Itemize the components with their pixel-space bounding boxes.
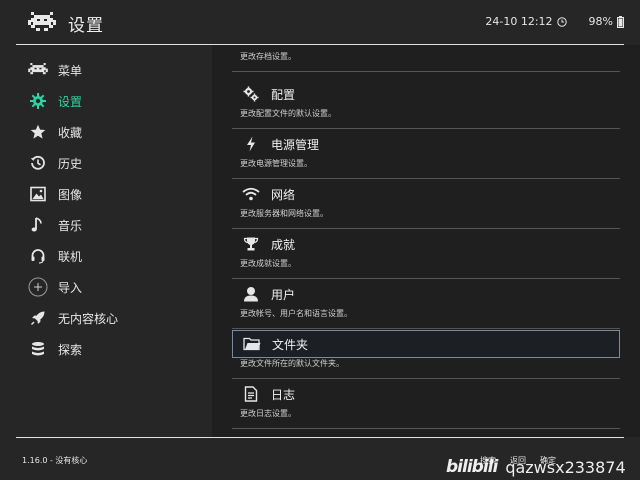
sidebar-item-settings[interactable]: 设置: [28, 89, 82, 113]
watermark: bilibili qazwsx233874: [446, 454, 626, 480]
settings-row-title: 成就: [271, 237, 296, 252]
user-icon: [242, 285, 260, 303]
settings-row-subtitle: 更改日志设置。: [240, 409, 296, 418]
save-icon: [242, 45, 260, 46]
row-divider: [232, 278, 620, 279]
settings-row-configuration[interactable]: 配置 更改配置文件的默认设置。: [232, 80, 620, 130]
sidebar-item-history[interactable]: 历史: [28, 151, 82, 175]
sidebar-item-label: 设置: [58, 94, 83, 109]
music-icon: [28, 215, 48, 235]
rocket-icon: [28, 308, 48, 328]
sidebar-item-label: 历史: [58, 156, 83, 171]
settings-row-subtitle: 更改文件所在的默认文件夹。: [240, 359, 344, 368]
sidebar-item-favorites[interactable]: 收藏: [28, 120, 82, 144]
bilibili-logo: bilibili: [446, 457, 498, 477]
page-title: 设置: [68, 16, 104, 36]
status-area: 24-10 12:12 98%: [485, 15, 624, 28]
settings-row-subtitle: 更改成就设置。: [240, 259, 296, 268]
settings-row-saving[interactable]: 存档 更改存档设置。: [232, 45, 620, 73]
battery-icon: [617, 15, 624, 28]
sidebar-item-menu[interactable]: 菜单: [28, 58, 82, 82]
folder-icon: [243, 335, 261, 353]
sidebar-item-label: 无内容核心: [58, 311, 119, 326]
settings-row-subtitle: 更改服务器和网络设置。: [240, 209, 328, 218]
sidebar-item-label: 图像: [58, 187, 83, 202]
sidebar-item-netplay[interactable]: 联机: [28, 244, 82, 268]
sidebar: 菜单 设置 收藏 历史 图像 音乐 联机 导入 无内容核心 探索: [0, 45, 212, 437]
settings-row-title: 文件夹: [272, 337, 309, 352]
settings-row-directory[interactable]: 文件夹 更改文件所在的默认文件夹。: [232, 330, 620, 380]
settings-row-title: 电源管理: [271, 137, 320, 152]
settings-row-logging[interactable]: 日志 更改日志设置。: [232, 380, 620, 430]
sidebar-item-label: 收藏: [58, 125, 83, 140]
row-divider: [232, 71, 620, 72]
lightning-icon: [242, 135, 260, 153]
sidebar-item-label: 菜单: [58, 63, 83, 78]
settings-row-subtitle: 更改存档设置。: [240, 52, 296, 61]
database-icon: [28, 339, 48, 359]
settings-row-title: 用户: [271, 287, 296, 302]
sidebar-item-label: 探索: [58, 342, 83, 357]
image-icon: [28, 184, 48, 204]
settings-row-subtitle: 更改电源管理设置。: [240, 159, 312, 168]
settings-row-network[interactable]: 网络 更改服务器和网络设置。: [232, 180, 620, 230]
sidebar-item-label: 音乐: [58, 218, 83, 233]
log-icon: [242, 385, 260, 403]
row-divider: [232, 178, 620, 179]
history-icon: [28, 153, 48, 173]
settings-row-title: 网络: [271, 187, 296, 202]
sidebar-item-label: 导入: [58, 280, 83, 295]
retroarch-invader-icon: [28, 12, 56, 31]
sidebar-item-images[interactable]: 图像: [28, 182, 82, 206]
gears-icon: [242, 85, 260, 103]
version-text: 1.16.0 - 没有核心: [22, 456, 88, 465]
headset-icon: [28, 246, 48, 266]
trophy-icon: [242, 235, 260, 253]
settings-row-title: 存档: [271, 45, 295, 46]
sidebar-item-import[interactable]: 导入: [28, 275, 82, 299]
settings-row-achievements[interactable]: 成就 更改成就设置。: [232, 230, 620, 280]
battery-percent: 98%: [588, 15, 613, 28]
row-divider: [232, 128, 620, 129]
settings-row-subtitle: 更改配置文件的默认设置。: [240, 109, 336, 118]
row-divider: [232, 228, 620, 229]
row-divider: [232, 428, 620, 429]
sidebar-item-explore[interactable]: 探索: [28, 337, 82, 361]
settings-row-title: 日志: [271, 387, 296, 402]
sidebar-item-music[interactable]: 音乐: [28, 213, 82, 237]
row-divider: [232, 378, 620, 379]
watermark-username: qazwsx233874: [505, 457, 626, 477]
settings-list: 存档 更改存档设置。 配置 更改配置文件的默认设置。 电源管理 更改电源管理设置…: [212, 45, 640, 437]
invader-icon: [28, 60, 48, 80]
settings-row-title: 配置: [271, 87, 296, 102]
settings-row-subtitle: 更改帐号、用户名和语言设置。: [240, 309, 352, 318]
settings-row-power-management[interactable]: 电源管理 更改电源管理设置。: [232, 130, 620, 180]
wifi-icon: [242, 185, 260, 203]
settings-row-user[interactable]: 用户 更改帐号、用户名和语言设置。: [232, 280, 620, 330]
star-icon: [28, 122, 48, 142]
clock-icon: [556, 16, 567, 27]
sidebar-item-label: 联机: [58, 249, 83, 264]
datetime-text: 24-10 12:12: [485, 15, 553, 28]
row-divider: [232, 328, 620, 329]
plus-icon: [28, 277, 48, 297]
sidebar-item-contentless-cores[interactable]: 无内容核心: [28, 306, 118, 330]
gear-icon: [28, 91, 48, 111]
header-bar: 设置 24-10 12:12 98%: [0, 0, 640, 44]
